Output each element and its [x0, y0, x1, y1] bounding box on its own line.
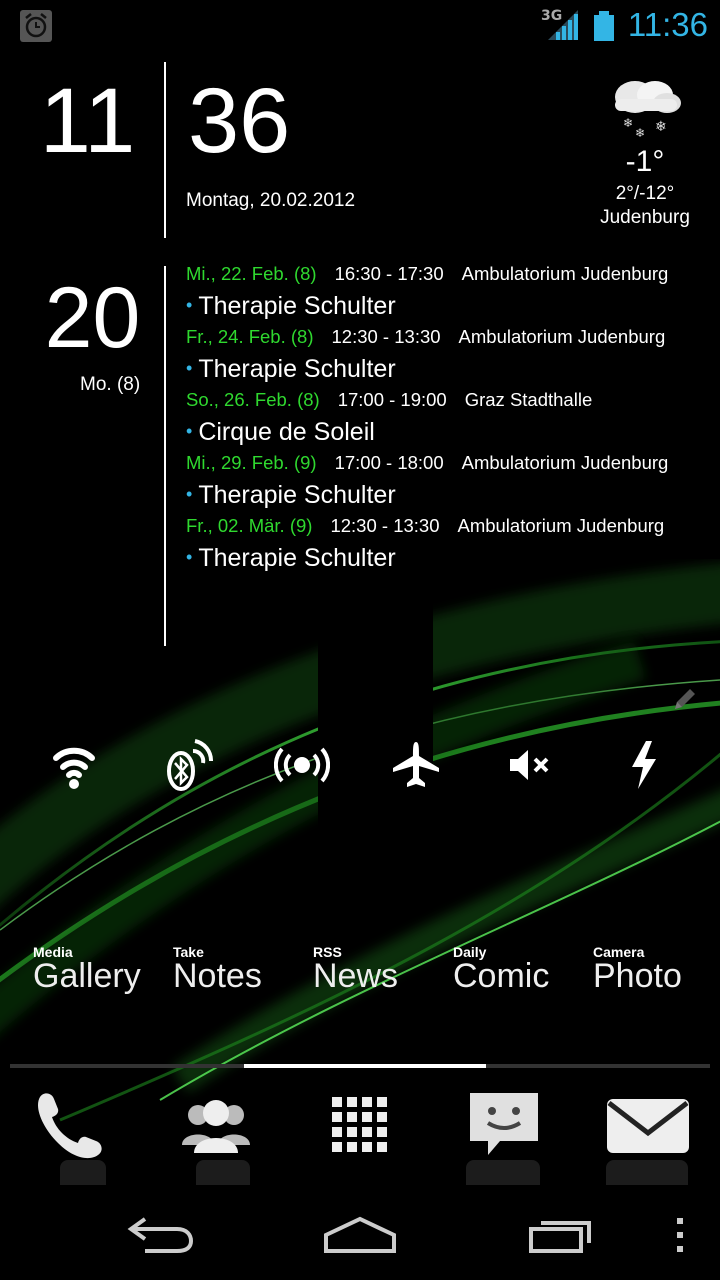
svg-text:❄: ❄	[623, 116, 633, 130]
event-location: Ambulatorium Judenburg	[458, 326, 666, 347]
shortcut-title: Comic	[453, 957, 550, 995]
calendar-day-number[interactable]: 20	[30, 275, 155, 361]
mute-toggle[interactable]	[490, 730, 570, 800]
hotspot-icon	[274, 747, 330, 783]
battery-icon	[594, 11, 614, 41]
calendar-event-list[interactable]: Mi., 22. Feb. (8) 16:30 - 17:30 Ambulatori…	[186, 260, 716, 575]
power-toggles	[0, 730, 720, 800]
event-location: Ambulatorium Judenburg	[461, 452, 669, 473]
weather-widget[interactable]: ❄ ❄ ❄ -1° 2°/-12° Judenburg	[575, 75, 715, 229]
weather-temperature: -1°	[625, 145, 665, 178]
svg-text:❄: ❄	[655, 118, 667, 134]
shortcut-title: Photo	[593, 957, 682, 995]
page-indicator	[10, 1064, 710, 1068]
bullet-dot-icon: •	[186, 547, 193, 567]
email-icon	[607, 1099, 689, 1153]
flash-icon	[632, 741, 656, 789]
app-drawer-icon	[332, 1097, 387, 1152]
svg-text:❄: ❄	[635, 126, 645, 139]
airplane-toggle[interactable]	[376, 730, 456, 800]
event-title: Therapie Schulter	[198, 544, 396, 572]
event-date: Fr., 24. Feb. (8)	[186, 326, 314, 347]
event-title: Cirque de Soleil	[198, 418, 375, 446]
home-icon	[324, 1216, 396, 1253]
event-time: 17:00 - 19:00	[337, 389, 447, 410]
calendar-event[interactable]: Mi., 22. Feb. (8) 16:30 - 17:30 Ambulatori…	[186, 260, 716, 323]
event-time: 12:30 - 13:30	[331, 326, 441, 347]
event-title: Therapie Schulter	[198, 355, 396, 383]
weather-range: 2°/-12°	[615, 183, 675, 204]
back-icon	[127, 1217, 194, 1253]
shortcut-title: News	[313, 957, 399, 995]
alarm-clock-icon	[20, 10, 52, 42]
event-date: Mi., 29. Feb. (9)	[186, 452, 317, 473]
menu-button[interactable]	[630, 1205, 720, 1265]
back-button[interactable]	[110, 1205, 210, 1265]
shortcut-news[interactable]: RSS News	[313, 945, 398, 993]
airplane-icon	[393, 742, 439, 787]
event-location: Ambulatorium Judenburg	[461, 263, 669, 284]
recent-apps-icon	[529, 1221, 591, 1253]
weather-city: Judenburg	[600, 207, 690, 228]
bluetooth-icon	[167, 739, 213, 791]
mute-icon	[510, 750, 549, 780]
event-location: Graz Stadthalle	[464, 389, 593, 410]
signal-bars-icon	[548, 10, 578, 40]
calendar-weekday: Mo. (8)	[80, 374, 141, 395]
hotspot-toggle[interactable]	[262, 730, 342, 800]
calendar-event[interactable]: Mi., 29. Feb. (9) 17:00 - 18:00 Ambulatori…	[186, 449, 716, 512]
calendar-event[interactable]: Fr., 24. Feb. (8) 12:30 - 13:30 Ambulatori…	[186, 323, 716, 386]
event-time: 16:30 - 17:30	[334, 263, 444, 284]
bullet-dot-icon: •	[186, 484, 193, 504]
home-button[interactable]	[310, 1205, 410, 1265]
clock-divider	[164, 62, 166, 238]
shortcut-notes[interactable]: Take Notes	[173, 945, 262, 993]
app-drawer[interactable]	[310, 1075, 410, 1175]
shortcut-title: Notes	[173, 957, 262, 995]
messaging-icon	[470, 1093, 538, 1155]
status-bar: 3G 11:36	[0, 0, 720, 50]
flash-toggle[interactable]	[604, 730, 684, 800]
event-title: Therapie Schulter	[198, 292, 396, 320]
status-time: 11:36	[627, 6, 708, 43]
dock-reflection	[196, 1160, 250, 1186]
event-location: Ambulatorium Judenburg	[457, 515, 665, 536]
contacts-icon	[182, 1100, 250, 1153]
bullet-dot-icon: •	[186, 421, 193, 441]
dock-reflection	[606, 1160, 688, 1186]
bullet-dot-icon: •	[186, 295, 193, 315]
event-date: Mi., 22. Feb. (8)	[186, 263, 317, 284]
recent-apps-button[interactable]	[512, 1205, 612, 1265]
wifi-toggle[interactable]	[34, 730, 114, 800]
date-label: Montag, 20.02.2012	[186, 190, 356, 211]
snow-cloud-icon: ❄ ❄ ❄	[615, 81, 681, 139]
menu-icon	[677, 1218, 683, 1252]
pencil-icon[interactable]	[672, 686, 698, 712]
event-date: So., 26. Feb. (8)	[186, 389, 320, 410]
calendar-event[interactable]: So., 26. Feb. (8) 17:00 - 19:00 Graz Stadt…	[186, 386, 716, 449]
shortcut-title: Gallery	[33, 957, 141, 995]
phone-icon	[38, 1093, 102, 1159]
shortcut-comic[interactable]: Daily Comic	[453, 945, 549, 993]
calendar-divider	[164, 266, 166, 646]
dock-reflection	[60, 1160, 106, 1186]
shortcut-gallery[interactable]: Media Gallery	[33, 945, 141, 993]
clock-hour[interactable]: 11	[20, 75, 155, 167]
event-time: 17:00 - 18:00	[334, 452, 444, 473]
navigation-bar	[0, 1185, 720, 1280]
clock-minute[interactable]: 36	[188, 75, 290, 167]
event-time: 12:30 - 13:30	[330, 515, 440, 536]
wifi-icon	[53, 747, 95, 789]
shortcut-photo[interactable]: Camera Photo	[593, 945, 682, 993]
event-date: Fr., 02. Mär. (9)	[186, 515, 313, 536]
calendar-event[interactable]: Fr., 02. Mär. (9) 12:30 - 13:30 Ambulatori…	[186, 512, 716, 575]
bullet-dot-icon: •	[186, 358, 193, 378]
bluetooth-toggle[interactable]	[148, 730, 228, 800]
event-title: Therapie Schulter	[198, 481, 396, 509]
dock-reflection	[466, 1160, 540, 1186]
